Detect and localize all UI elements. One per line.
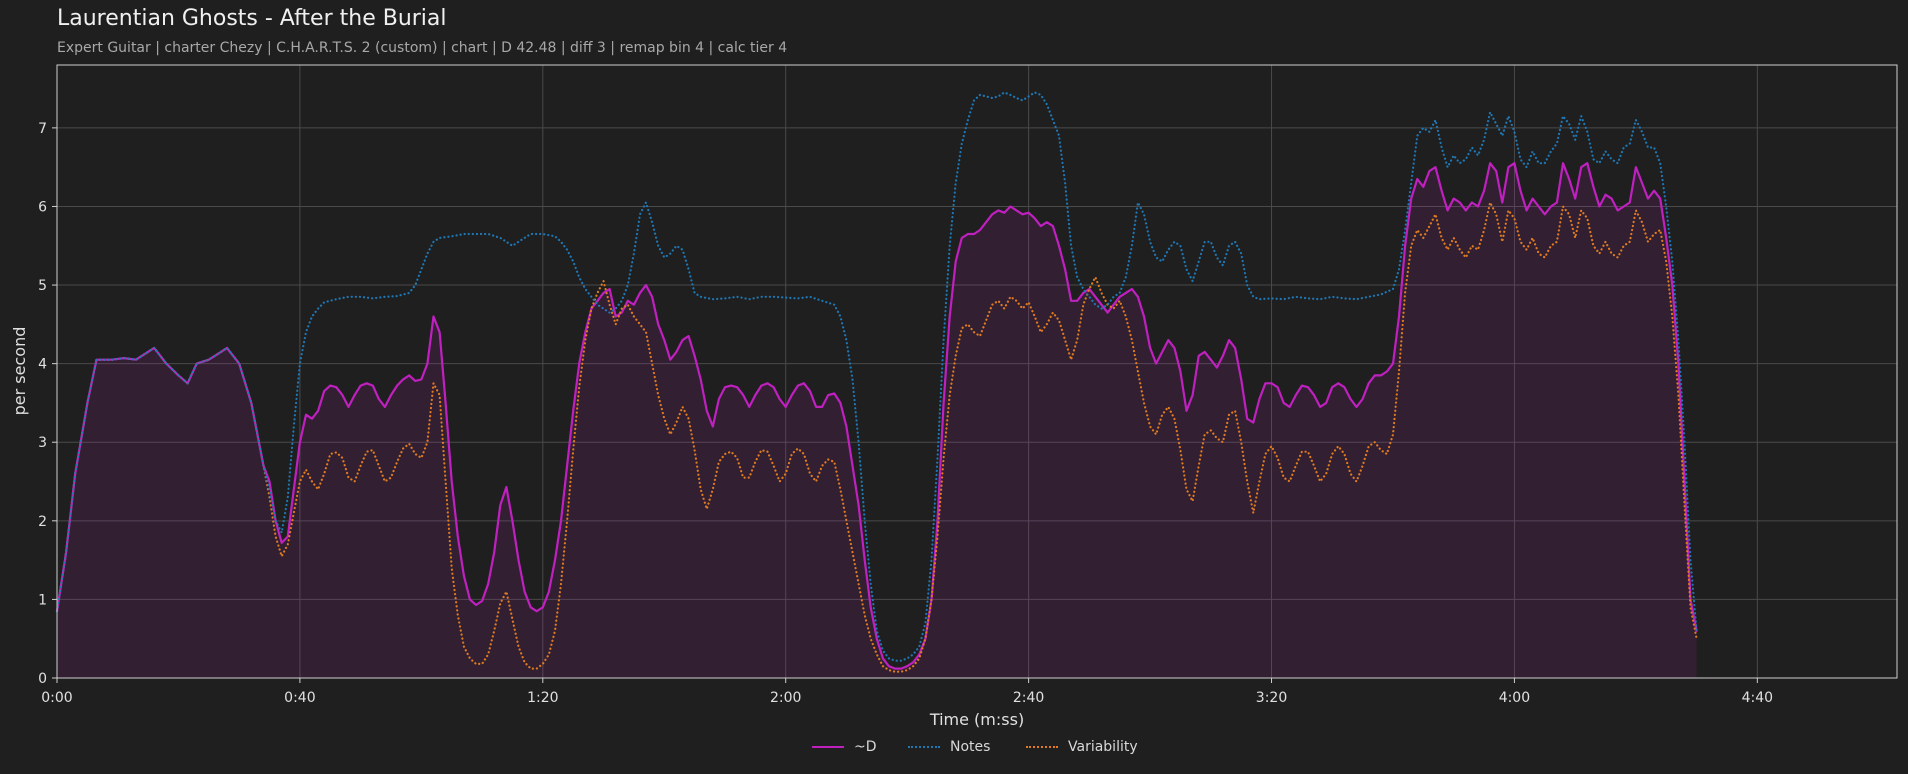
legend-item-variability: Variability xyxy=(1026,736,1138,758)
x-tick-label: 4:40 xyxy=(1742,690,1773,706)
legend-item-notes: Notes xyxy=(908,736,990,758)
chart-canvas: 0:00 0:40 1:20 2:00 2:40 3:20 4:00 4:40 0 1 2 3 4 5 6… xyxy=(10,64,1898,729)
y-tick-label: 2 xyxy=(38,514,47,530)
legend-item-d: ~D xyxy=(812,736,877,758)
legend-swatch-notes xyxy=(908,746,940,748)
y-tick-label: 6 xyxy=(38,199,47,215)
x-axis-label: Time (m:ss) xyxy=(929,710,1024,729)
x-tick-label: 0:40 xyxy=(284,690,315,706)
x-tick-label: 2:00 xyxy=(770,690,801,706)
x-tick-label: 2:40 xyxy=(1013,690,1044,706)
legend-label-variability: Variability xyxy=(1068,739,1138,755)
legend-swatch-d xyxy=(812,746,844,748)
y-tick-label: 4 xyxy=(38,357,47,373)
x-tick-label: 1:20 xyxy=(527,690,558,706)
legend: ~D Notes Variability xyxy=(0,736,1908,758)
x-tick-label: 4:00 xyxy=(1499,690,1530,706)
legend-label-d: ~D xyxy=(854,739,877,755)
y-axis-label: per second xyxy=(10,327,29,416)
y-tick-label: 0 xyxy=(38,671,47,687)
legend-swatch-variability xyxy=(1026,746,1058,748)
x-axis-ticks: 0:00 0:40 1:20 2:00 2:40 3:20 4:00 4:40 xyxy=(41,678,1773,706)
legend-label-notes: Notes xyxy=(950,739,991,755)
y-tick-label: 5 xyxy=(38,278,47,294)
y-axis-ticks: 0 1 2 3 4 5 6 7 xyxy=(38,121,57,687)
x-tick-label: 3:20 xyxy=(1256,690,1287,706)
y-tick-label: 7 xyxy=(38,121,47,137)
x-tick-label: 0:00 xyxy=(41,690,72,706)
y-tick-label: 1 xyxy=(38,592,47,608)
y-tick-label: 3 xyxy=(38,435,47,451)
